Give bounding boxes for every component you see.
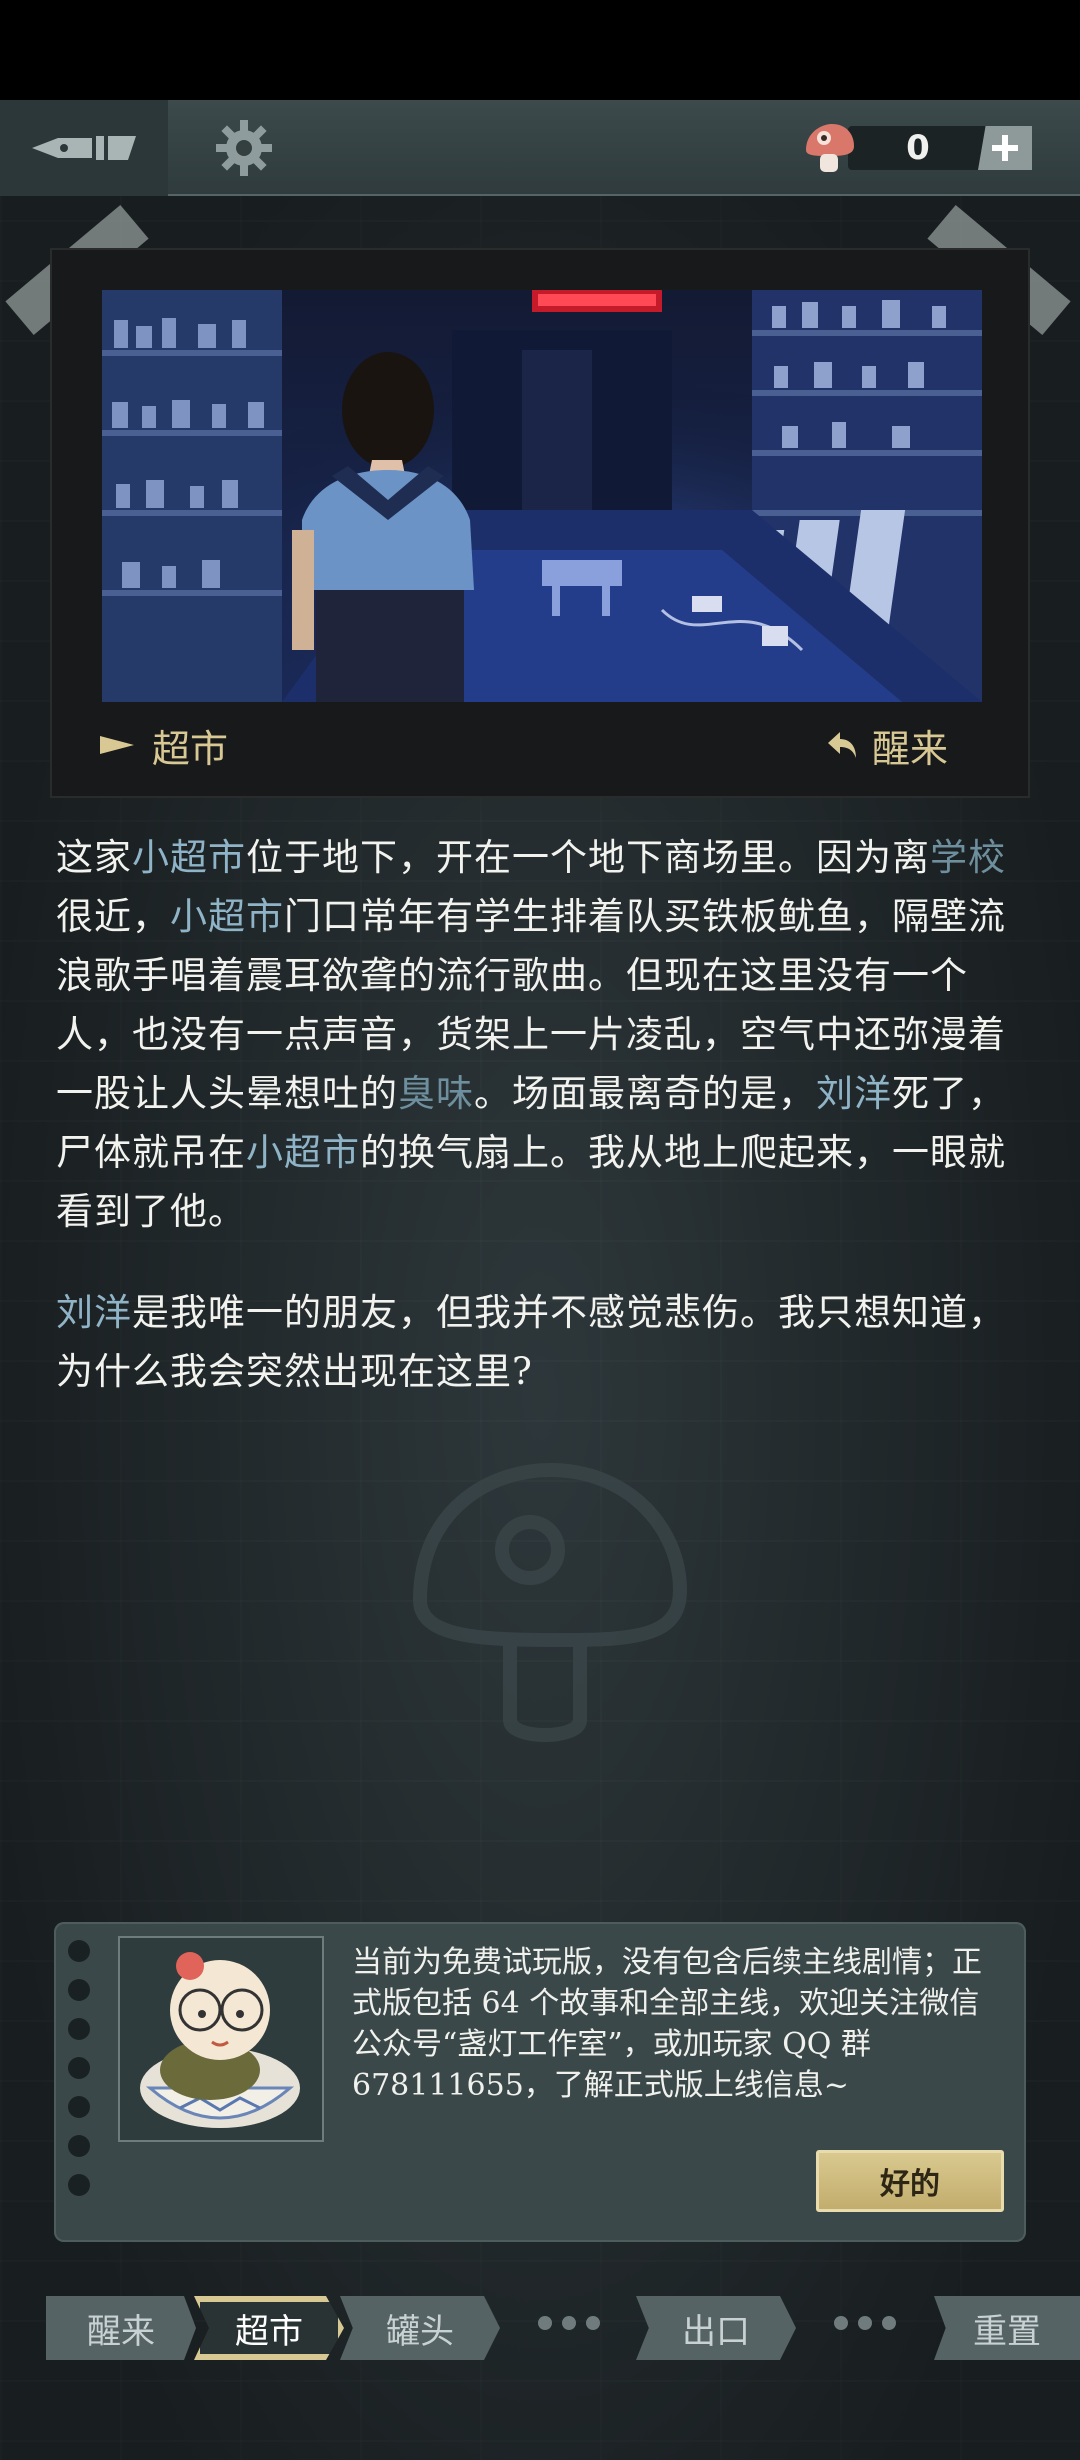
keyword-link[interactable]: 刘洋 [56, 1291, 132, 1334]
keyword-link[interactable]: 小超市 [246, 1131, 360, 1174]
scene-location[interactable]: 超市 [100, 718, 228, 772]
nav-ellipsis [538, 2316, 600, 2330]
nav-tab-reset[interactable]: 重置 [934, 2296, 1080, 2360]
return-arrow-icon [827, 732, 856, 758]
mascot-avatar [118, 1936, 324, 2142]
story-text-segment: 这家 [56, 836, 132, 879]
mushroom-count: 0 [848, 126, 988, 170]
binder-holes [68, 1940, 92, 2213]
scene-action-link[interactable]: 醒来 [826, 718, 948, 772]
gear-icon [216, 120, 272, 176]
trial-notice-text: 当前为免费试玩版，没有包含后续主线剧情；正式版包括 64 个故事和全部主线，欢迎… [352, 1945, 982, 2103]
mushroom-watermark [412, 1462, 688, 1742]
scene-action-label: 醒来 [871, 726, 948, 771]
status-bar [0, 0, 1080, 100]
plus-icon [992, 135, 1018, 161]
story-paragraph-2: 刘洋是我唯一的朋友，但我并不感觉悲伤。我只想知道，为什么我会突然出现在这里? [56, 1283, 1016, 1401]
ok-button[interactable]: 好的 [816, 2150, 1004, 2212]
nav-tab-can[interactable]: 罐头 [340, 2296, 500, 2360]
trial-notice-panel: 当前为免费试玩版，没有包含后续主线剧情；正式版包括 64 个故事和全部主线，欢迎… [54, 1922, 1026, 2242]
top-bar: 0 [0, 100, 1080, 196]
scene-illustration [102, 290, 982, 702]
mushroom-icon [806, 124, 854, 172]
nav-tab-exit[interactable]: 出口 [636, 2296, 796, 2360]
story-text-segment: 很近， [56, 895, 170, 938]
mushroom-counter: 0 [800, 122, 1036, 174]
scene-location-label: 超市 [152, 726, 229, 771]
story-paragraph-1: 这家小超市位于地下，开在一个地下商场里。因为离学校很近，小超市门口常年有学生排着… [56, 828, 1016, 1241]
settings-button[interactable] [210, 114, 278, 182]
keyword-link[interactable]: 臭味 [398, 1072, 474, 1115]
turtle-mascot-icon [140, 1952, 300, 2128]
story-text-segment: 是我唯一的朋友，但我并不感觉悲伤。我只想知道，为什么我会突然出现在这里? [56, 1291, 1006, 1393]
pen-nib-icon [32, 136, 136, 160]
scene-card: 超市 醒来 [52, 250, 1028, 796]
story-text-segment: 。场面最离奇的是， [474, 1072, 816, 1115]
supermarket-scene-image [102, 290, 982, 702]
keyword-link[interactable]: 刘洋 [816, 1072, 892, 1115]
keyword-link[interactable]: 小超市 [132, 836, 246, 879]
nav-tab-supermarket[interactable]: 超市 [194, 2296, 344, 2360]
story-text: 这家小超市位于地下，开在一个地下商场里。因为离学校很近，小超市门口常年有学生排着… [56, 828, 1016, 1443]
keyword-link[interactable]: 学校 [930, 836, 1006, 879]
story-text-segment: 位于地下，开在一个地下商场里。因为离 [246, 836, 930, 879]
chapter-nav: 醒来 超市 罐头 出口 重置 [0, 2296, 1080, 2366]
menu-button[interactable] [0, 100, 168, 196]
nav-ellipsis [834, 2316, 896, 2330]
add-mushroom-button[interactable] [978, 126, 1032, 170]
keyword-link[interactable]: 小超市 [170, 895, 284, 938]
nav-tab-wake[interactable]: 醒来 [46, 2296, 196, 2360]
flag-icon [100, 736, 134, 754]
